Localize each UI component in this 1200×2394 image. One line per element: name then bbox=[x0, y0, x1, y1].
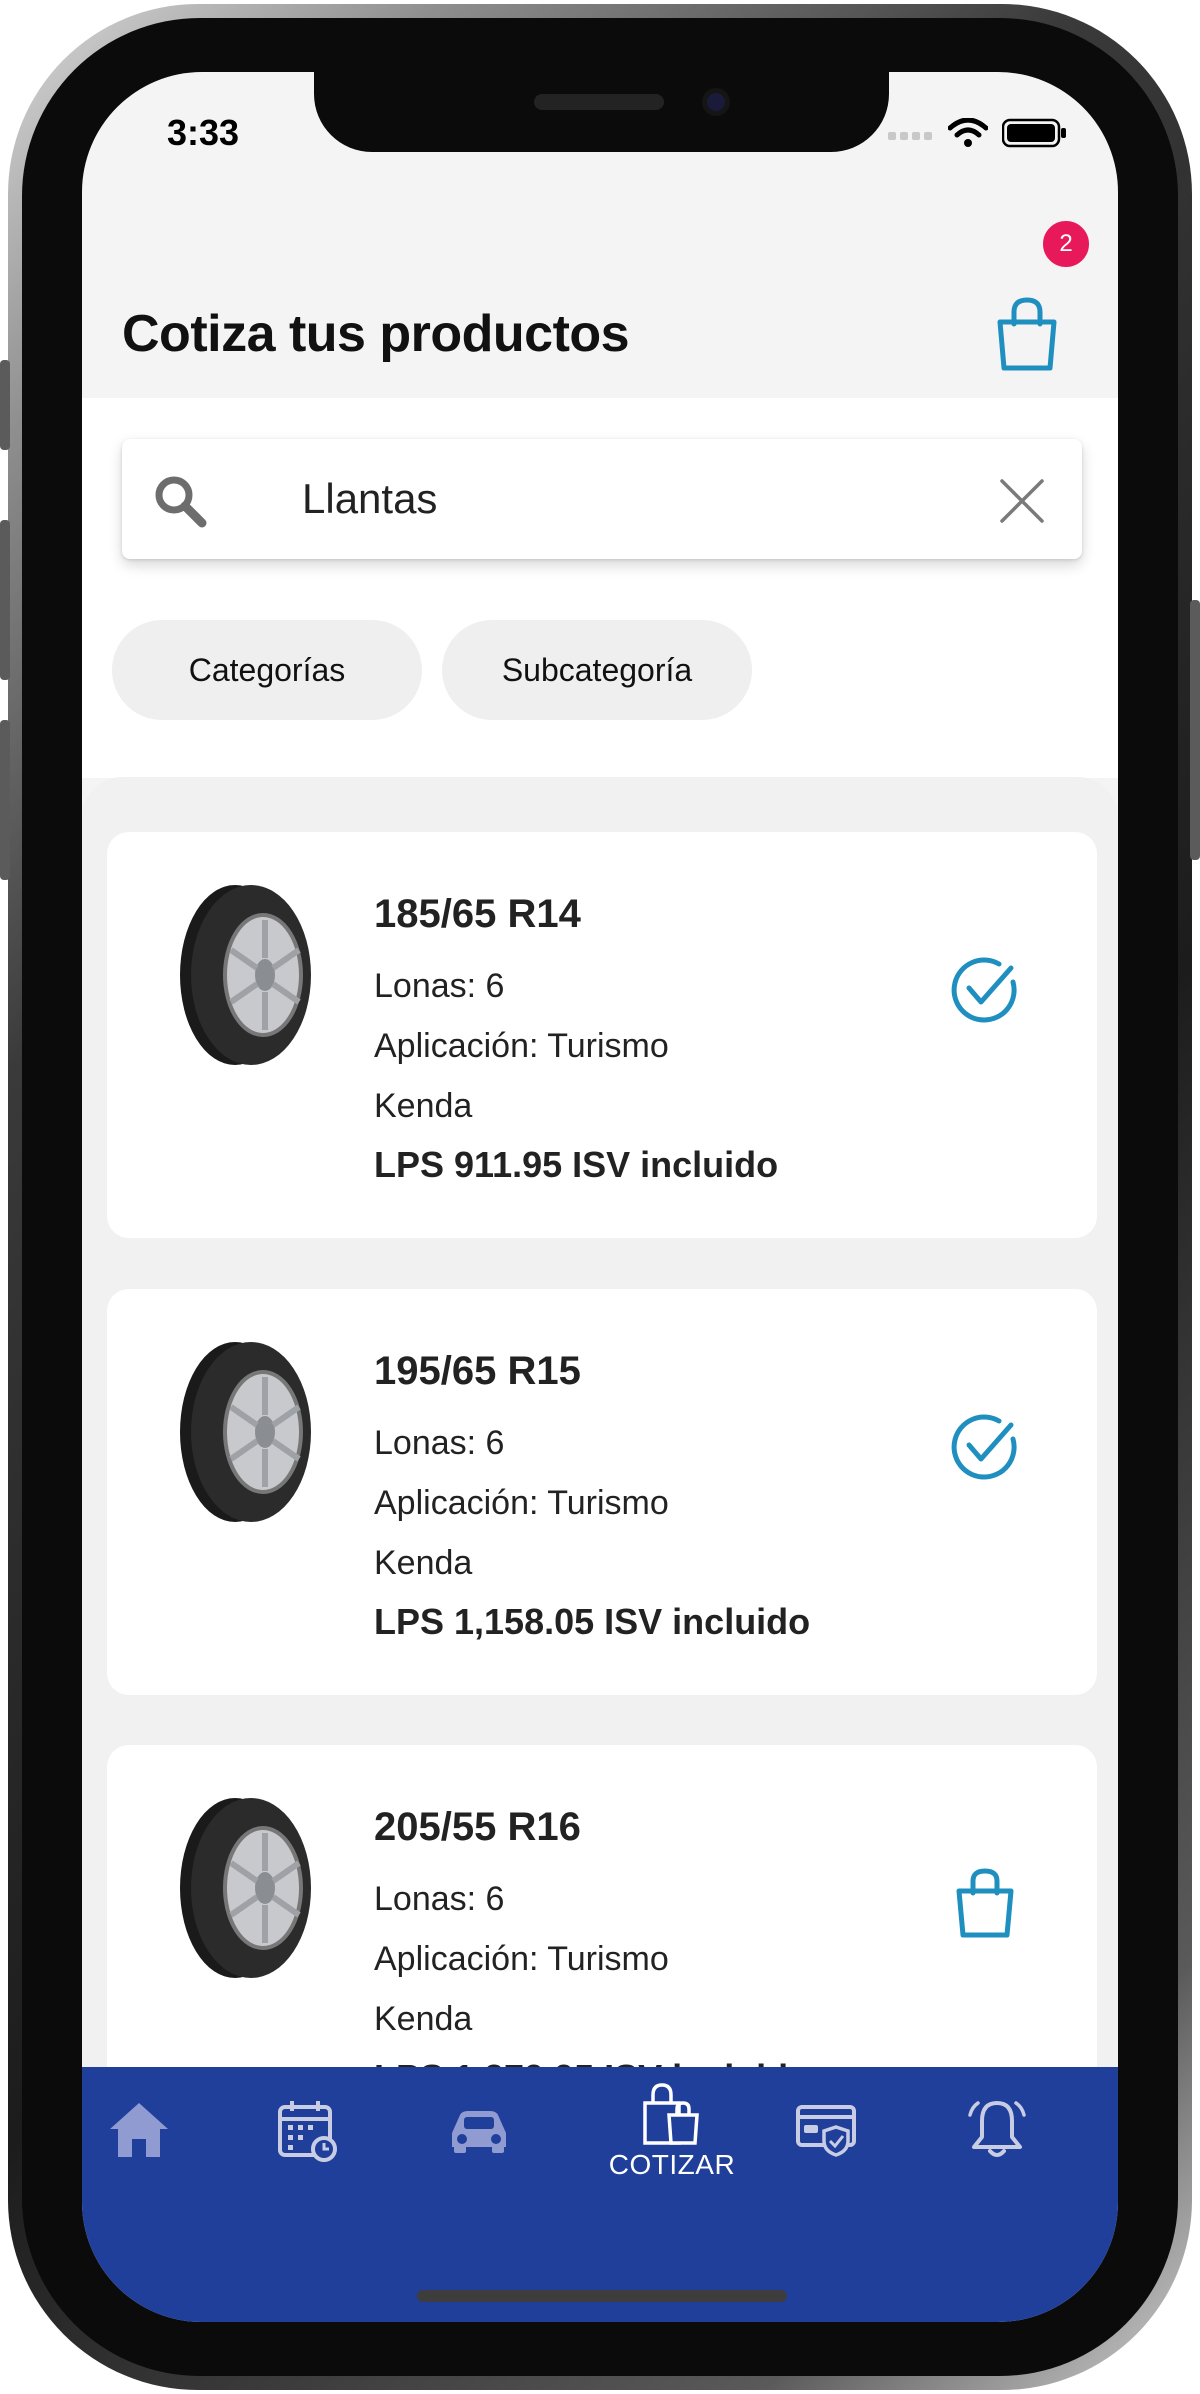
product-title: 205/55 R16 bbox=[374, 1805, 581, 1849]
product-lonas: Lonas: 6 bbox=[374, 967, 505, 1005]
product-brand: Kenda bbox=[374, 1087, 473, 1125]
filter-chip-categorias[interactable]: Categorías bbox=[112, 620, 422, 720]
power-button bbox=[1190, 600, 1200, 860]
tire-image bbox=[180, 885, 311, 1065]
search-icon bbox=[155, 476, 207, 528]
product-lonas: Lonas: 6 bbox=[374, 1424, 505, 1462]
product-aplicacion: Aplicación: Turismo bbox=[374, 1027, 669, 1065]
app-screen: 3:33 Cotiza tus productos 2 Llantas Cate… bbox=[82, 72, 1118, 2322]
nav-payments[interactable] bbox=[772, 2097, 882, 2207]
cart-count-badge: 2 bbox=[1040, 218, 1092, 270]
product-title: 185/65 R14 bbox=[374, 892, 581, 936]
status-time: 3:33 bbox=[167, 112, 240, 153]
product-price: LPS 911.95 ISV incluido bbox=[374, 1144, 779, 1185]
header: Cotiza tus productos bbox=[82, 222, 1118, 398]
close-icon[interactable] bbox=[998, 477, 1046, 525]
nav-label-cotizar: COTIZAR bbox=[608, 2149, 736, 2180]
tire-image bbox=[180, 1798, 311, 1978]
shopping-bag-icon[interactable] bbox=[992, 296, 1062, 372]
calendar-icon bbox=[278, 2101, 337, 2162]
product-brand: Kenda bbox=[374, 1544, 473, 1582]
status-bar: 3:33 bbox=[82, 72, 1118, 222]
bottom-navigation: COTIZAR bbox=[82, 2067, 1118, 2322]
nav-home[interactable] bbox=[84, 2097, 194, 2207]
wifi-icon bbox=[948, 118, 988, 147]
product-card[interactable]: 195/65 R15 Lonas: 6 Aplicación: Turismo … bbox=[107, 1289, 1097, 1695]
shopping-bags-icon bbox=[643, 2083, 699, 2145]
search-value: Llantas bbox=[302, 475, 438, 522]
card-shield-icon bbox=[796, 2105, 856, 2157]
notch bbox=[314, 72, 889, 152]
nav-cotizar[interactable]: COTIZAR bbox=[602, 2081, 742, 2191]
volume-down-button bbox=[0, 720, 10, 880]
check-circle-icon[interactable] bbox=[947, 952, 1023, 1028]
check-circle-icon[interactable] bbox=[947, 1409, 1023, 1485]
filter-chip-subcategoria[interactable]: Subcategoría bbox=[442, 620, 752, 720]
nav-notifications[interactable] bbox=[942, 2097, 1052, 2207]
volume-up-button bbox=[0, 520, 10, 680]
product-aplicacion: Aplicación: Turismo bbox=[374, 1940, 669, 1978]
tire-image bbox=[180, 1342, 311, 1522]
search-input[interactable]: Llantas bbox=[122, 439, 1082, 559]
speaker-grille bbox=[534, 94, 664, 110]
home-icon bbox=[110, 2103, 168, 2157]
product-title: 195/65 R15 bbox=[374, 1349, 581, 1393]
nav-calendar[interactable] bbox=[252, 2097, 362, 2207]
nav-vehicles[interactable] bbox=[424, 2097, 534, 2207]
battery-icon bbox=[1002, 118, 1066, 148]
product-price: LPS 1,158.05 ISV incluido bbox=[374, 1601, 811, 1642]
home-indicator bbox=[417, 2290, 787, 2302]
status-icons bbox=[888, 118, 1068, 148]
product-aplicacion: Aplicación: Turismo bbox=[374, 1484, 669, 1522]
signal-icon bbox=[888, 132, 932, 140]
product-lonas: Lonas: 6 bbox=[374, 1880, 505, 1918]
side-button bbox=[0, 360, 10, 450]
bell-icon bbox=[968, 2101, 1026, 2157]
front-camera bbox=[702, 88, 730, 116]
car-icon bbox=[452, 2111, 506, 2153]
product-card[interactable]: 185/65 R14 Lonas: 6 Aplicación: Turismo … bbox=[107, 832, 1097, 1238]
page-title: Cotiza tus productos bbox=[122, 305, 630, 363]
product-brand: Kenda bbox=[374, 2000, 473, 2038]
add-to-cart-bag-icon[interactable] bbox=[947, 1865, 1023, 1941]
